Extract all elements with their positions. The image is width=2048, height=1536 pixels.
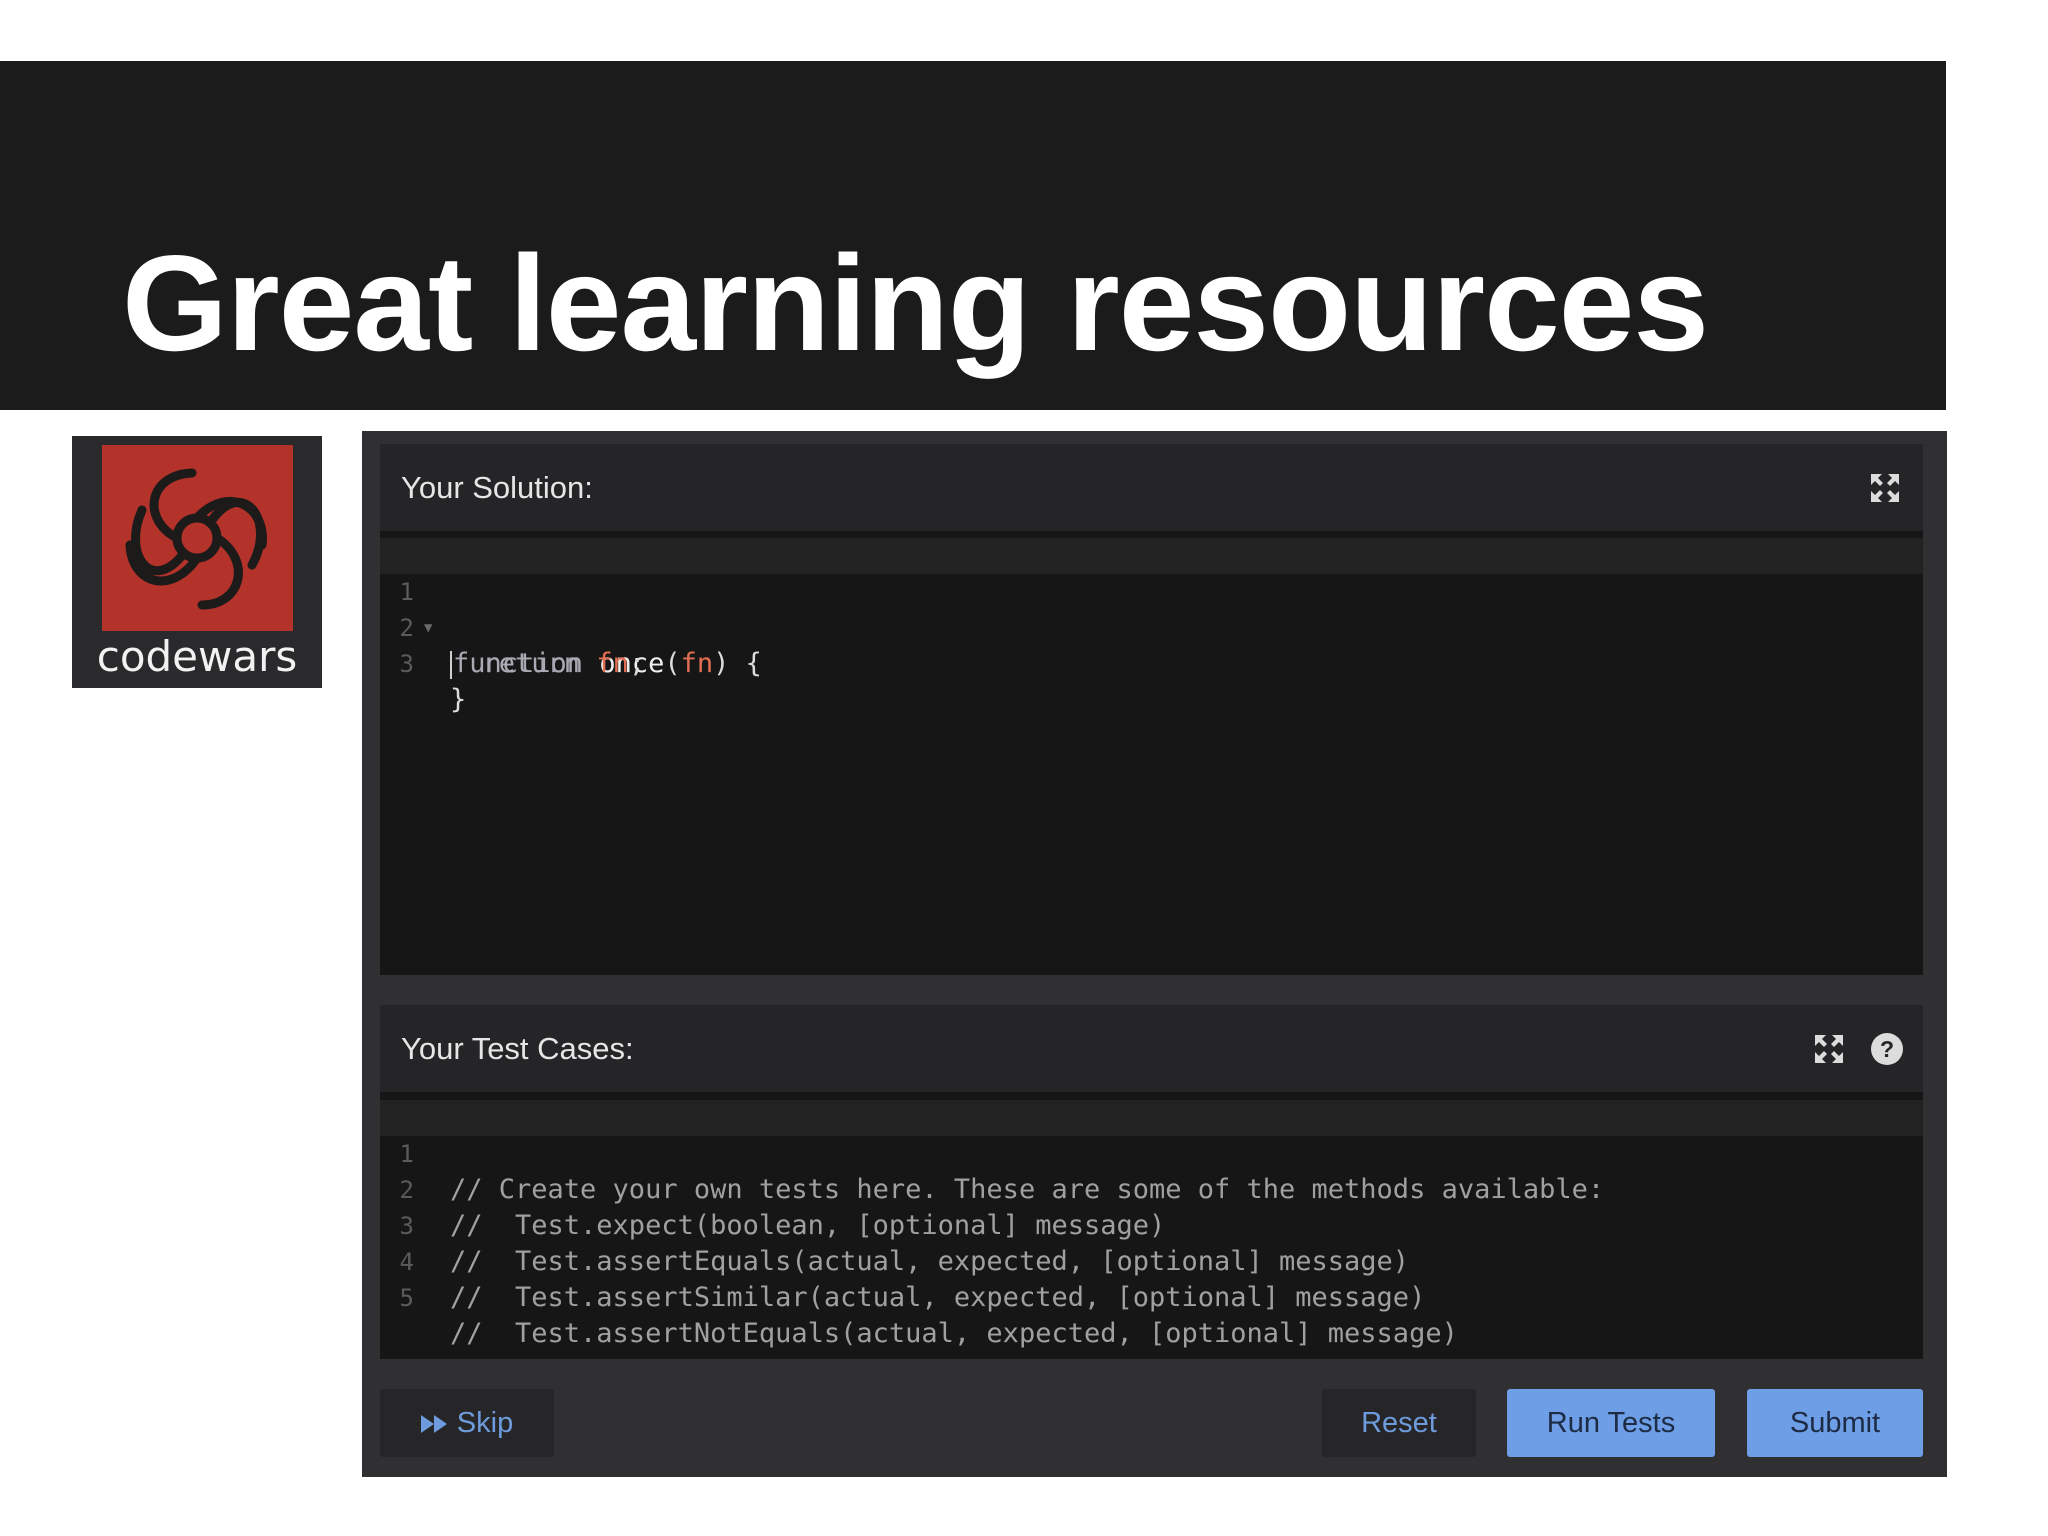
codewars-logo: codewars — [72, 436, 322, 688]
punctuation: ( — [664, 648, 681, 679]
code-line[interactable]: 3 // Test.assertEquals(actual, expected,… — [380, 1172, 1923, 1277]
expand-icon[interactable] — [1812, 1032, 1846, 1066]
tests-panel: Your Test Cases: ? 1 // Create your own … — [380, 1005, 1923, 1359]
code-line[interactable]: 3 } — [380, 610, 1923, 715]
code-line[interactable]: 5 // Test.assertNotEquals(actual, expect… — [380, 1244, 1923, 1349]
code-line[interactable]: 2 // Test.expect(boolean, [optional] mes… — [380, 1136, 1923, 1241]
slide-title: Great learning resources — [122, 227, 1709, 379]
expand-icon[interactable] — [1868, 471, 1902, 505]
code-comment: // Test.assertSimilar(actual, expected, … — [450, 1282, 1426, 1313]
punctuation: ; — [628, 648, 646, 679]
solution-title: Your Solution: — [401, 470, 593, 505]
line-number: 5 — [399, 1284, 414, 1312]
parameter: fn — [596, 648, 629, 679]
code-text: } — [450, 682, 466, 718]
line-number: 3 — [399, 650, 414, 678]
tests-code[interactable]: 1 // Create your own tests here. These a… — [380, 1100, 1923, 1349]
code-comment: // Test.assertNotEquals(actual, expected… — [450, 1318, 1458, 1349]
tests-header: Your Test Cases: ? — [380, 1005, 1923, 1092]
code-line[interactable]: 1 // Create your own tests here. These a… — [380, 1100, 1923, 1205]
punctuation: ) { — [713, 648, 762, 679]
parameter: fn — [680, 648, 714, 679]
skip-label: Skip — [456, 1407, 514, 1439]
solution-header: Your Solution: — [380, 444, 1923, 531]
svg-text:?: ? — [1880, 1036, 1894, 1062]
code-line[interactable]: 1 ▼ function once(fn) { — [380, 538, 1923, 679]
tests-title: Your Test Cases: — [401, 1031, 634, 1066]
code-line[interactable]: 4 // Test.assertSimilar(actual, expected… — [380, 1208, 1923, 1313]
submit-button[interactable]: Submit — [1747, 1389, 1923, 1457]
logo-wordmark: codewars — [96, 632, 298, 681]
solution-panel: Your Solution: 1 ▼ function once(fn) { 2… — [380, 444, 1923, 975]
skip-button[interactable]: Skip — [380, 1389, 554, 1457]
codewars-emblem-icon — [102, 445, 293, 631]
fast-forward-icon — [420, 1390, 449, 1458]
solution-code[interactable]: 1 ▼ function once(fn) { 2 return fn; 3 } — [380, 538, 1923, 715]
run-tests-button[interactable]: Run Tests — [1507, 1389, 1715, 1457]
reset-button[interactable]: Reset — [1322, 1389, 1476, 1457]
kata-editor: Your Solution: 1 ▼ function once(fn) { 2… — [362, 431, 1947, 1477]
code-line[interactable]: 2 return fn; — [380, 574, 1923, 679]
punctuation: } — [450, 684, 467, 715]
question-icon[interactable]: ? — [1870, 1032, 1904, 1066]
